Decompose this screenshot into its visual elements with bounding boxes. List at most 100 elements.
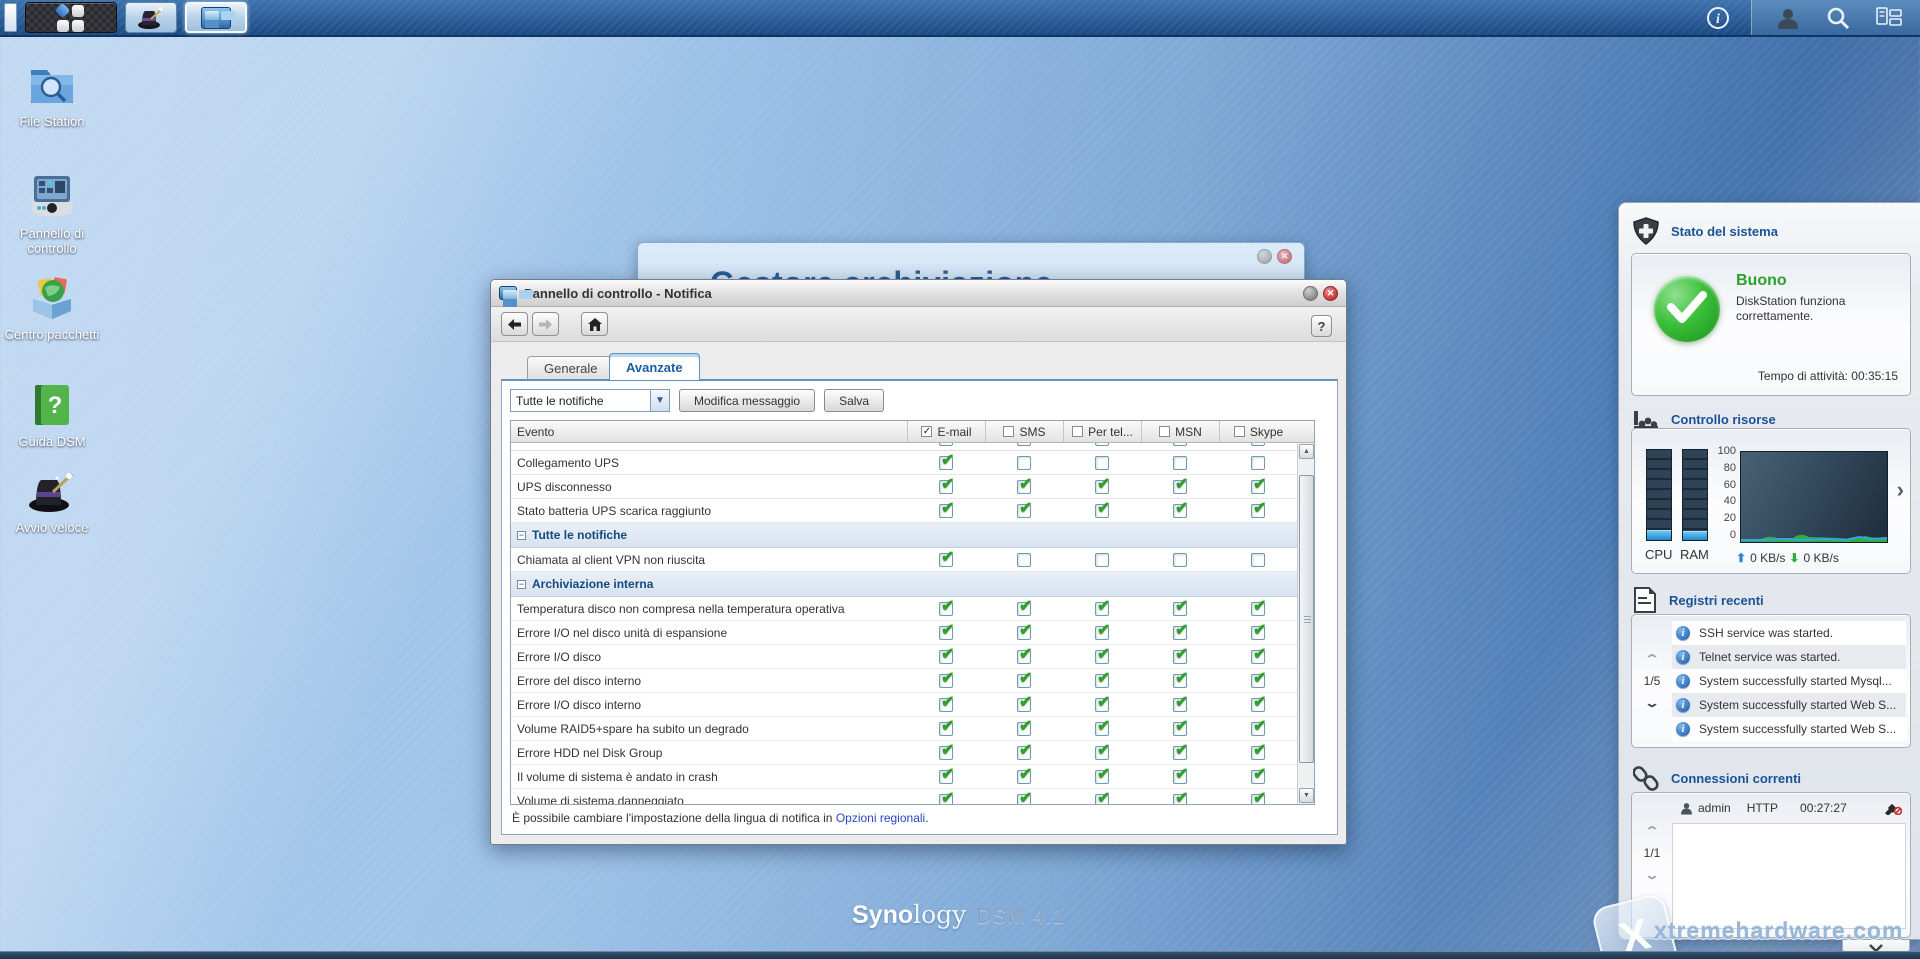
checkbox[interactable]: ✔: [939, 456, 953, 470]
checkbox[interactable]: [1173, 553, 1187, 567]
checkbox[interactable]: [1017, 553, 1031, 567]
checkbox[interactable]: ✔: [939, 553, 953, 567]
expand-chevron-icon[interactable]: ›: [1897, 477, 1904, 503]
desktop-icon-quick-start[interactable]: Avvio veloce: [4, 468, 100, 535]
checkbox[interactable]: ✔: [1017, 746, 1031, 760]
checkbox[interactable]: ✔: [1173, 443, 1187, 446]
checkbox[interactable]: ✔: [939, 650, 953, 664]
column-checkbox[interactable]: ✓: [921, 426, 932, 437]
checkbox[interactable]: ✔: [939, 722, 953, 736]
connection-row[interactable]: admin HTTP 00:27:27: [1680, 801, 1906, 815]
checkbox[interactable]: ✔: [1251, 443, 1265, 446]
checkbox[interactable]: ✔: [1017, 674, 1031, 688]
checkbox[interactable]: ✔: [1095, 626, 1109, 640]
desktop-icon-dsm-help[interactable]: ? Guida DSM: [4, 382, 100, 449]
event-column-header[interactable]: Evento: [511, 421, 907, 442]
quick-launch-button[interactable]: [125, 2, 177, 33]
log-item[interactable]: iTelnet service was started.: [1672, 645, 1906, 669]
checkbox[interactable]: ✔: [1017, 504, 1031, 518]
minimize-button[interactable]: [1257, 249, 1272, 264]
checkbox[interactable]: [1173, 456, 1187, 470]
table-row[interactable]: Chiamata al client VPN non riuscita✔: [511, 548, 1297, 572]
table-row[interactable]: Collegamento UPS✔: [511, 451, 1297, 475]
checkbox[interactable]: ✔: [1173, 504, 1187, 518]
checkbox[interactable]: ✔: [1095, 698, 1109, 712]
checkbox[interactable]: ✔: [1095, 674, 1109, 688]
checkbox[interactable]: ✔: [1095, 480, 1109, 494]
page-up-icon[interactable]: ⌃: [1644, 652, 1660, 666]
checkbox[interactable]: [1095, 456, 1109, 470]
checkbox[interactable]: ✔: [1173, 650, 1187, 664]
checkbox[interactable]: ✔: [1173, 770, 1187, 784]
collapse-icon[interactable]: −: [517, 580, 526, 589]
checkbox[interactable]: ✔: [939, 626, 953, 640]
pilot-view-button[interactable]: [1876, 7, 1902, 29]
table-row[interactable]: Errore I/O nel disco unità di espansione…: [511, 621, 1297, 645]
close-icon[interactable]: ✕: [1277, 249, 1292, 264]
checkbox[interactable]: ✔: [1251, 626, 1265, 640]
page-down-icon[interactable]: ⌄: [1644, 868, 1660, 882]
checkbox[interactable]: ✔: [1095, 443, 1109, 446]
table-row[interactable]: UPS disconnesso✔✔✔✔✔: [511, 475, 1297, 499]
checkbox[interactable]: ✔: [1173, 698, 1187, 712]
checkbox[interactable]: ✔: [939, 770, 953, 784]
scroll-up-button[interactable]: ▲: [1299, 444, 1314, 459]
log-item[interactable]: iSSH service was started.: [1672, 621, 1906, 645]
checkbox[interactable]: ✔: [1017, 602, 1031, 616]
scroll-down-button[interactable]: ▼: [1299, 788, 1314, 803]
checkbox[interactable]: ✔: [1017, 770, 1031, 784]
checkbox[interactable]: [1017, 456, 1031, 470]
user-button[interactable]: [1776, 6, 1800, 30]
checkbox[interactable]: ✔: [1017, 794, 1031, 805]
save-button[interactable]: Salva: [824, 389, 884, 412]
checkbox[interactable]: ✔: [939, 443, 953, 446]
checkbox[interactable]: ✔: [1095, 722, 1109, 736]
main-menu-button[interactable]: [25, 2, 117, 33]
disconnect-icon[interactable]: [1884, 801, 1902, 818]
column-header[interactable]: MSN: [1141, 421, 1219, 442]
checkbox[interactable]: ✔: [1173, 674, 1187, 688]
checkbox[interactable]: ✔: [1095, 770, 1109, 784]
checkbox[interactable]: ✔: [1173, 480, 1187, 494]
checkbox[interactable]: ✔: [1251, 770, 1265, 784]
desktop-icon-control-panel[interactable]: Pannello di controllo: [4, 174, 100, 256]
taskbar-active-window-button[interactable]: [185, 2, 247, 33]
checkbox[interactable]: ✔: [1017, 722, 1031, 736]
table-row[interactable]: Errore del disco interno✔✔✔✔✔: [511, 669, 1297, 693]
table-row[interactable]: ✔ ✔ ✔ ✔ ✔: [511, 443, 1297, 451]
checkbox[interactable]: ✔: [1095, 794, 1109, 805]
checkbox[interactable]: ✔: [1173, 626, 1187, 640]
checkbox[interactable]: ✔: [1095, 650, 1109, 664]
home-button[interactable]: [581, 312, 608, 336]
checkbox[interactable]: ✔: [1173, 722, 1187, 736]
desktop-icon-package-center[interactable]: Centro pacchetti: [4, 275, 100, 342]
column-checkbox[interactable]: [1234, 426, 1245, 437]
checkbox[interactable]: ✔: [1251, 602, 1265, 616]
checkbox[interactable]: ✔: [1173, 602, 1187, 616]
vertical-scrollbar[interactable]: ▲ ▼: [1297, 443, 1314, 804]
notification-filter-select[interactable]: Tutte le notifiche ▼: [510, 389, 670, 412]
checkbox[interactable]: [1095, 553, 1109, 567]
checkbox[interactable]: ✔: [939, 480, 953, 494]
table-row[interactable]: Errore I/O disco interno✔✔✔✔✔: [511, 693, 1297, 717]
checkbox[interactable]: ✔: [1173, 746, 1187, 760]
checkbox[interactable]: [1251, 553, 1265, 567]
checkbox[interactable]: ✔: [1251, 698, 1265, 712]
log-item[interactable]: iSystem successfully started Web S...: [1672, 693, 1906, 717]
info-button[interactable]: i: [1706, 6, 1730, 35]
checkbox[interactable]: ✔: [939, 504, 953, 518]
back-button[interactable]: [501, 312, 528, 336]
checkbox[interactable]: ✔: [939, 602, 953, 616]
close-icon[interactable]: ✕: [1323, 286, 1338, 301]
group-row[interactable]: −Archiviazione interna: [511, 572, 1297, 597]
checkbox[interactable]: ✔: [1251, 746, 1265, 760]
column-header[interactable]: Per tel...: [1063, 421, 1141, 442]
checkbox[interactable]: ✔: [1251, 722, 1265, 736]
table-row[interactable]: Stato batteria UPS scarica raggiunto✔✔✔✔…: [511, 499, 1297, 523]
column-header[interactable]: ✓E-mail: [907, 421, 985, 442]
checkbox[interactable]: ✔: [1251, 480, 1265, 494]
checkbox[interactable]: ✔: [1017, 443, 1031, 446]
dialog-titlebar[interactable]: Pannello di controllo - Notifica ✕: [491, 280, 1346, 307]
checkbox[interactable]: ✔: [1017, 698, 1031, 712]
table-row[interactable]: Temperatura disco non compresa nella tem…: [511, 597, 1297, 621]
